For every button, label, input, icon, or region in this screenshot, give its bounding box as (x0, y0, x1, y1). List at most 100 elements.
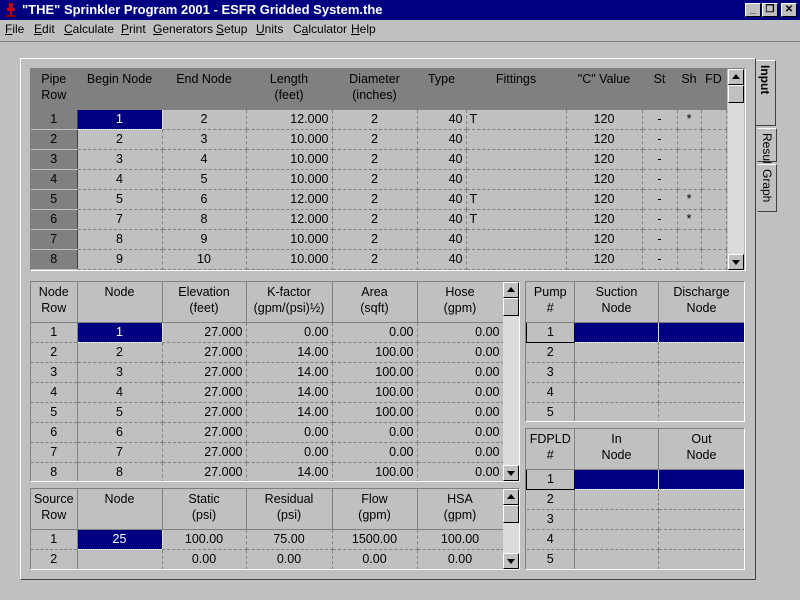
row-header[interactable]: 3 (31, 149, 78, 170)
row-header[interactable]: 5 (526, 402, 575, 421)
table-cell[interactable]: 120 (566, 189, 643, 210)
table-cell[interactable]: T (466, 109, 567, 130)
table-cell[interactable]: 4 (77, 169, 163, 190)
table-cell[interactable]: 8 (162, 209, 247, 230)
table-cell[interactable] (677, 169, 702, 190)
table-cell[interactable] (574, 489, 659, 510)
restore-button[interactable]: ❐ (762, 3, 778, 17)
row-header[interactable]: 1 (31, 322, 78, 343)
table-cell[interactable] (466, 249, 567, 270)
table-cell[interactable] (701, 109, 727, 130)
row-header[interactable]: 4 (31, 382, 78, 403)
table-cell[interactable]: 2 (332, 149, 418, 170)
column-header[interactable]: Node Row (31, 282, 78, 323)
column-header[interactable]: St (642, 69, 678, 110)
table-cell[interactable] (658, 321, 744, 343)
table-cell[interactable]: 2 (332, 189, 418, 210)
table-cell[interactable] (658, 362, 744, 383)
table-cell[interactable]: 0.00 (162, 549, 247, 569)
tab-graph[interactable]: Graph (757, 164, 777, 212)
row-header[interactable]: 6 (31, 209, 78, 230)
table-cell[interactable] (77, 549, 163, 569)
column-header[interactable]: Fittings (466, 69, 567, 110)
table-cell[interactable]: - (642, 249, 678, 270)
column-header[interactable]: In Node (574, 429, 659, 470)
table-cell[interactable]: 27.000 (162, 362, 247, 383)
table-cell[interactable]: 27.000 (162, 442, 247, 463)
column-header[interactable]: Type (417, 69, 467, 110)
table-cell[interactable]: 10.000 (246, 129, 333, 150)
table-cell[interactable]: 5 (77, 402, 163, 423)
table-cell[interactable]: 0.00 (417, 462, 504, 481)
row-header[interactable]: 7 (31, 442, 78, 463)
table-cell[interactable]: - (642, 169, 678, 190)
row-header[interactable]: 4 (526, 382, 575, 403)
table-cell[interactable]: 10.000 (246, 249, 333, 270)
table-cell[interactable]: 27.000 (162, 402, 247, 423)
table-cell[interactable]: 2 (332, 249, 418, 270)
table-cell[interactable]: 10.000 (246, 169, 333, 190)
table-cell[interactable]: - (642, 149, 678, 170)
table-cell[interactable]: 40 (417, 109, 467, 130)
table-cell[interactable]: 6 (77, 422, 163, 443)
table-cell[interactable]: 27.000 (162, 382, 247, 403)
table-cell[interactable]: 1 (76, 321, 163, 343)
table-cell[interactable]: 2 (332, 229, 418, 250)
table-cell[interactable]: 2 (332, 109, 418, 130)
table-cell[interactable]: 10.000 (246, 229, 333, 250)
table-cell[interactable]: 100.00 (332, 462, 418, 481)
table-cell[interactable]: 2 (77, 342, 163, 363)
table-cell[interactable]: 0.00 (246, 442, 333, 463)
table-cell[interactable]: 9 (162, 229, 247, 250)
table-cell[interactable]: 27.000 (162, 422, 247, 443)
table-cell[interactable] (658, 468, 744, 490)
scroll-down-button[interactable] (728, 254, 744, 270)
table-cell[interactable] (466, 149, 567, 170)
table-cell[interactable]: 4 (162, 149, 247, 170)
row-header[interactable]: 3 (526, 509, 575, 530)
table-cell[interactable] (658, 489, 744, 510)
column-header[interactable]: Area (sqft) (332, 282, 418, 323)
table-cell[interactable]: 7 (77, 209, 163, 230)
scroll-up-button[interactable] (503, 282, 519, 298)
table-cell[interactable] (677, 149, 702, 170)
table-cell[interactable]: 100.00 (332, 402, 418, 423)
table-cell[interactable]: * (677, 209, 702, 230)
table-cell[interactable] (574, 468, 659, 490)
row-header[interactable]: 5 (31, 402, 78, 423)
table-cell[interactable] (574, 402, 659, 421)
table-cell[interactable]: 40 (417, 189, 467, 210)
row-header[interactable]: 4 (526, 529, 575, 550)
table-cell[interactable] (574, 362, 659, 383)
table-cell[interactable]: 0.00 (332, 442, 418, 463)
table-cell[interactable] (466, 229, 567, 250)
table-cell[interactable]: 7 (77, 442, 163, 463)
menu-units[interactable]: Units (256, 22, 283, 36)
table-cell[interactable] (658, 382, 744, 403)
row-header[interactable]: 1 (526, 468, 575, 490)
table-cell[interactable] (701, 189, 727, 210)
table-cell[interactable] (677, 129, 702, 150)
table-cell[interactable]: 0.00 (246, 422, 333, 443)
scroll-thumb[interactable] (503, 505, 519, 523)
table-cell[interactable] (677, 229, 702, 250)
scroll-down-button[interactable] (503, 553, 519, 569)
table-cell[interactable]: 120 (566, 149, 643, 170)
table-cell[interactable]: 14.00 (246, 462, 333, 481)
table-cell[interactable]: 25 (76, 528, 163, 550)
table-cell[interactable]: 3 (77, 149, 163, 170)
column-header[interactable]: Pipe Row (31, 69, 78, 110)
table-cell[interactable]: 120 (566, 109, 643, 130)
table-cell[interactable]: 10 (162, 249, 247, 270)
table-cell[interactable] (574, 529, 659, 550)
table-cell[interactable]: 2 (77, 129, 163, 150)
row-header[interactable]: 2 (31, 129, 78, 150)
column-header[interactable]: Hose (gpm) (417, 282, 504, 323)
table-cell[interactable]: 14.00 (246, 342, 333, 363)
column-header[interactable]: End Node (162, 69, 247, 110)
table-cell[interactable]: 1500.00 (332, 529, 418, 550)
table-cell[interactable]: 4 (77, 382, 163, 403)
menu-calculate[interactable]: Calculate (64, 22, 114, 36)
column-header[interactable]: Elevation (feet) (162, 282, 247, 323)
scroll-down-button[interactable] (503, 465, 519, 481)
